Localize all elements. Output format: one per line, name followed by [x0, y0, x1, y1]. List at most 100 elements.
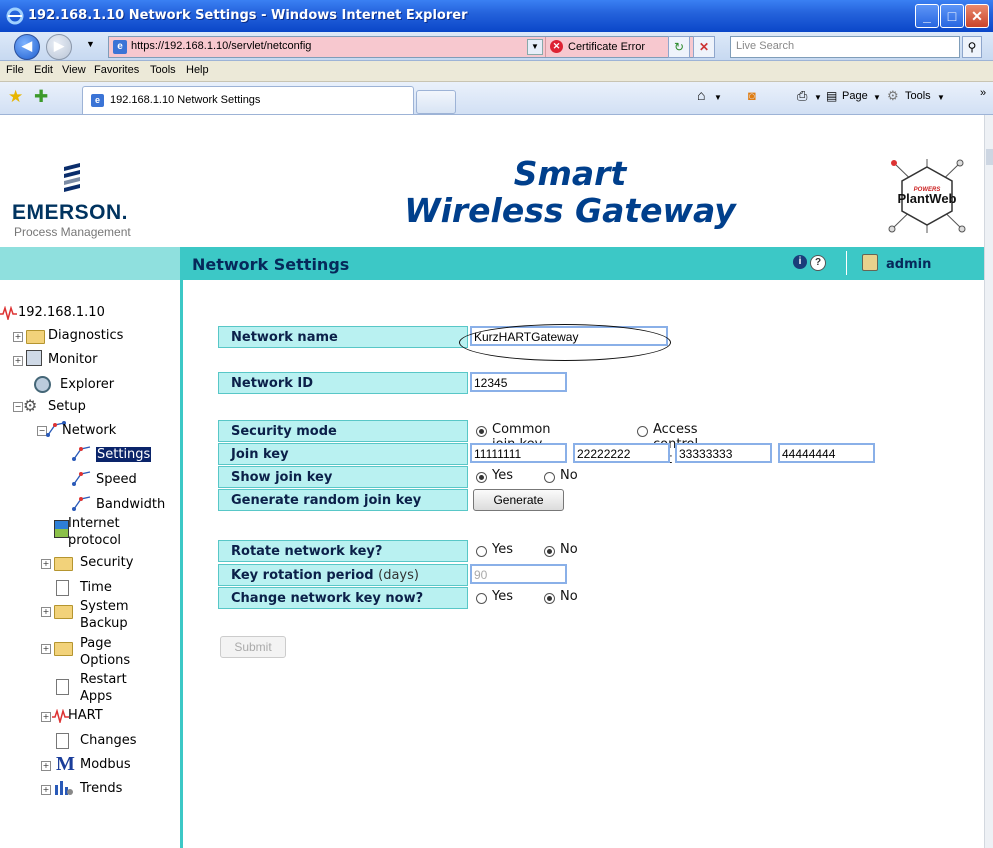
- home-icon[interactable]: ⌂: [697, 87, 705, 103]
- certificate-error-button[interactable]: ✕ Certificate Error: [545, 37, 652, 57]
- tree-item-bandwidth[interactable]: Bandwidth: [96, 497, 165, 512]
- rotate-no-label[interactable]: No: [560, 542, 578, 557]
- url-text[interactable]: https://192.168.1.10/servlet/netconfig: [131, 40, 311, 52]
- tree-item-page[interactable]: Page: [80, 636, 111, 651]
- tree-item-apps[interactable]: Apps: [80, 689, 112, 704]
- join-key-input-3[interactable]: 33333333: [675, 443, 772, 463]
- tree-item-hart[interactable]: HART: [68, 708, 103, 723]
- home-dropdown-icon[interactable]: ▼: [714, 93, 722, 102]
- key-rotation-period-input[interactable]: 90: [470, 564, 567, 584]
- change-now-yes-radio[interactable]: [476, 593, 487, 604]
- vertical-scrollbar[interactable]: [984, 115, 993, 848]
- tree-item-diagnostics[interactable]: Diagnostics: [48, 328, 123, 343]
- menu-file[interactable]: File: [6, 64, 24, 76]
- join-key-input-2[interactable]: 22222222: [573, 443, 670, 463]
- tree-item-changes[interactable]: Changes: [80, 733, 137, 748]
- setup-expander[interactable]: −: [13, 402, 23, 412]
- url-field[interactable]: e https://192.168.1.10/servlet/netconfig…: [108, 36, 700, 58]
- tree-item-security[interactable]: Security: [80, 555, 133, 570]
- tree-item-backup[interactable]: Backup: [80, 616, 128, 631]
- tree-item-monitor[interactable]: Monitor: [48, 352, 97, 367]
- hart-expander[interactable]: +: [41, 712, 51, 722]
- tree-item-restart[interactable]: Restart: [80, 672, 127, 687]
- show-join-key-yes-label[interactable]: Yes: [492, 468, 513, 483]
- info-icon[interactable]: i: [793, 255, 807, 269]
- page-options-expander[interactable]: +: [41, 644, 51, 654]
- security-mode-common-radio[interactable]: [476, 426, 487, 437]
- stop-button[interactable]: ✕: [693, 36, 715, 58]
- monitor-expander[interactable]: +: [13, 356, 23, 366]
- url-dropdown-icon[interactable]: ▼: [527, 39, 543, 55]
- restart-apps-page-icon: [56, 679, 69, 695]
- menu-edit[interactable]: Edit: [34, 64, 53, 76]
- generate-button[interactable]: Generate: [473, 489, 564, 511]
- join-key-input-1[interactable]: 11111111: [470, 443, 567, 463]
- submit-button[interactable]: Submit: [220, 636, 286, 658]
- username[interactable]: admin: [886, 257, 931, 272]
- print-dropdown-icon[interactable]: ▼: [814, 93, 822, 102]
- changes-page-icon: [56, 733, 69, 749]
- modbus-expander[interactable]: +: [41, 761, 51, 771]
- scrollbar-thumb[interactable]: [986, 149, 993, 165]
- company-subtitle: Process Management: [14, 225, 131, 239]
- show-join-key-yes-radio[interactable]: [476, 472, 487, 483]
- menu-tools[interactable]: Tools: [150, 64, 176, 76]
- address-bar: ◀ ▶ ▼ e https://192.168.1.10/servlet/net…: [0, 32, 993, 61]
- network-id-input[interactable]: 12345: [470, 372, 567, 392]
- menu-view[interactable]: View: [62, 64, 86, 76]
- menu-help[interactable]: Help: [186, 64, 209, 76]
- favorites-star-icon[interactable]: ★: [8, 87, 23, 107]
- security-expander[interactable]: +: [41, 559, 51, 569]
- print-icon[interactable]: ⎙: [797, 88, 807, 104]
- tree-item-internet[interactable]: Internet: [68, 516, 120, 531]
- page-menu-button[interactable]: Page: [842, 90, 868, 102]
- rotate-no-radio[interactable]: [544, 546, 555, 557]
- tree-item-protocol[interactable]: protocol: [68, 533, 121, 548]
- trends-expander[interactable]: +: [41, 785, 51, 795]
- new-tab-button[interactable]: [416, 90, 456, 114]
- tab-network-settings[interactable]: e 192.168.1.10 Network Settings: [82, 86, 414, 114]
- tree-item-options[interactable]: Options: [80, 653, 130, 668]
- close-button[interactable]: ✕: [965, 4, 989, 28]
- forward-arrow-icon: ▶: [54, 38, 64, 53]
- modbus-icon: M: [56, 753, 75, 775]
- feeds-icon[interactable]: ◙: [748, 88, 756, 103]
- tree-item-time[interactable]: Time: [80, 580, 112, 595]
- security-mode-acl-radio[interactable]: [637, 426, 648, 437]
- join-key-input-4[interactable]: 44444444: [778, 443, 875, 463]
- add-favorite-icon[interactable]: ✚: [34, 87, 48, 107]
- system-backup-expander[interactable]: +: [41, 607, 51, 617]
- tree-root-label[interactable]: 192.168.1.10: [18, 305, 105, 320]
- tree-item-trends[interactable]: Trends: [80, 781, 122, 796]
- tree-item-settings[interactable]: Settings: [96, 447, 152, 462]
- change-now-no-label[interactable]: No: [560, 589, 578, 604]
- tree-item-network[interactable]: Network: [62, 423, 116, 438]
- menu-favorites[interactable]: Favorites: [94, 64, 139, 76]
- cert-error-label: Certificate Error: [568, 41, 646, 53]
- history-dropdown-icon[interactable]: ▼: [86, 39, 95, 49]
- maximize-button[interactable]: □: [940, 4, 964, 28]
- page-dropdown-icon: ▼: [873, 93, 881, 102]
- back-button[interactable]: ◀: [14, 34, 40, 60]
- search-input[interactable]: Live Search: [730, 36, 960, 58]
- change-now-yes-label[interactable]: Yes: [492, 589, 513, 604]
- show-join-key-no-label[interactable]: No: [560, 468, 578, 483]
- minimize-button[interactable]: _: [915, 4, 939, 28]
- show-join-key-no-radio[interactable]: [544, 472, 555, 483]
- toolbar-overflow-icon[interactable]: »: [980, 87, 986, 99]
- tree-item-explorer[interactable]: Explorer: [60, 377, 114, 392]
- diagnostics-expander[interactable]: +: [13, 332, 23, 342]
- help-icon[interactable]: ?: [810, 255, 826, 271]
- tree-item-modbus[interactable]: Modbus: [80, 757, 131, 772]
- tree-item-speed[interactable]: Speed: [96, 472, 137, 487]
- tools-menu-button[interactable]: Tools: [905, 90, 931, 102]
- rotate-yes-radio[interactable]: [476, 546, 487, 557]
- tree-item-setup[interactable]: Setup: [48, 399, 86, 414]
- plantweb-logo: POWERS PlantWeb: [888, 159, 966, 233]
- rotate-yes-label[interactable]: Yes: [492, 542, 513, 557]
- refresh-button[interactable]: ↻: [668, 36, 690, 58]
- tree-item-system[interactable]: System: [80, 599, 128, 614]
- change-now-no-radio[interactable]: [544, 593, 555, 604]
- forward-button[interactable]: ▶: [46, 34, 72, 60]
- search-button[interactable]: ⚲: [962, 36, 982, 58]
